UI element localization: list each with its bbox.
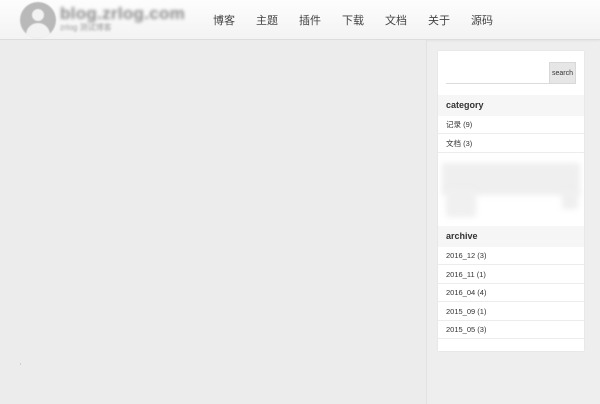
- archive-item[interactable]: 2016_11 (1): [438, 266, 584, 284]
- archive-item[interactable]: 2015_09 (1): [438, 303, 584, 321]
- category-item-docs[interactable]: 文档 (3): [438, 135, 584, 153]
- archive-item[interactable]: 2015_05 (3): [438, 321, 584, 339]
- nav-item-download[interactable]: 下载: [342, 12, 364, 28]
- sidebar: search category 记录 (9) 文档 (3) archive 20…: [438, 51, 584, 351]
- nav-item-themes[interactable]: 主题: [256, 12, 278, 28]
- site-subtitle: zrlog 测试博客: [60, 23, 112, 32]
- site-title[interactable]: blog.zrlog.com: [60, 4, 185, 24]
- archive-item[interactable]: 2016_04 (4): [438, 284, 584, 302]
- main-content-area: [0, 40, 427, 404]
- archive-heading: archive: [438, 226, 584, 247]
- avatar-logo[interactable]: [20, 2, 56, 38]
- archive-item[interactable]: 2016_12 (3): [438, 247, 584, 265]
- nav-item-plugins[interactable]: 插件: [299, 12, 321, 28]
- divider-mark: [20, 363, 21, 365]
- search-input[interactable]: [446, 62, 549, 84]
- top-navbar: blog.zrlog.com zrlog 测试博客 博客 主题 插件 下载 文档…: [0, 0, 600, 40]
- nav-item-docs[interactable]: 文档: [385, 12, 407, 28]
- nav-item-blog[interactable]: 博客: [213, 12, 235, 28]
- category-item-record[interactable]: 记录 (9): [438, 116, 584, 134]
- category-heading: category: [438, 95, 584, 116]
- blurred-widget: [438, 161, 584, 221]
- nav-item-about[interactable]: 关于: [428, 12, 450, 28]
- nav-item-source[interactable]: 源码: [471, 12, 493, 28]
- search-button[interactable]: search: [549, 62, 576, 84]
